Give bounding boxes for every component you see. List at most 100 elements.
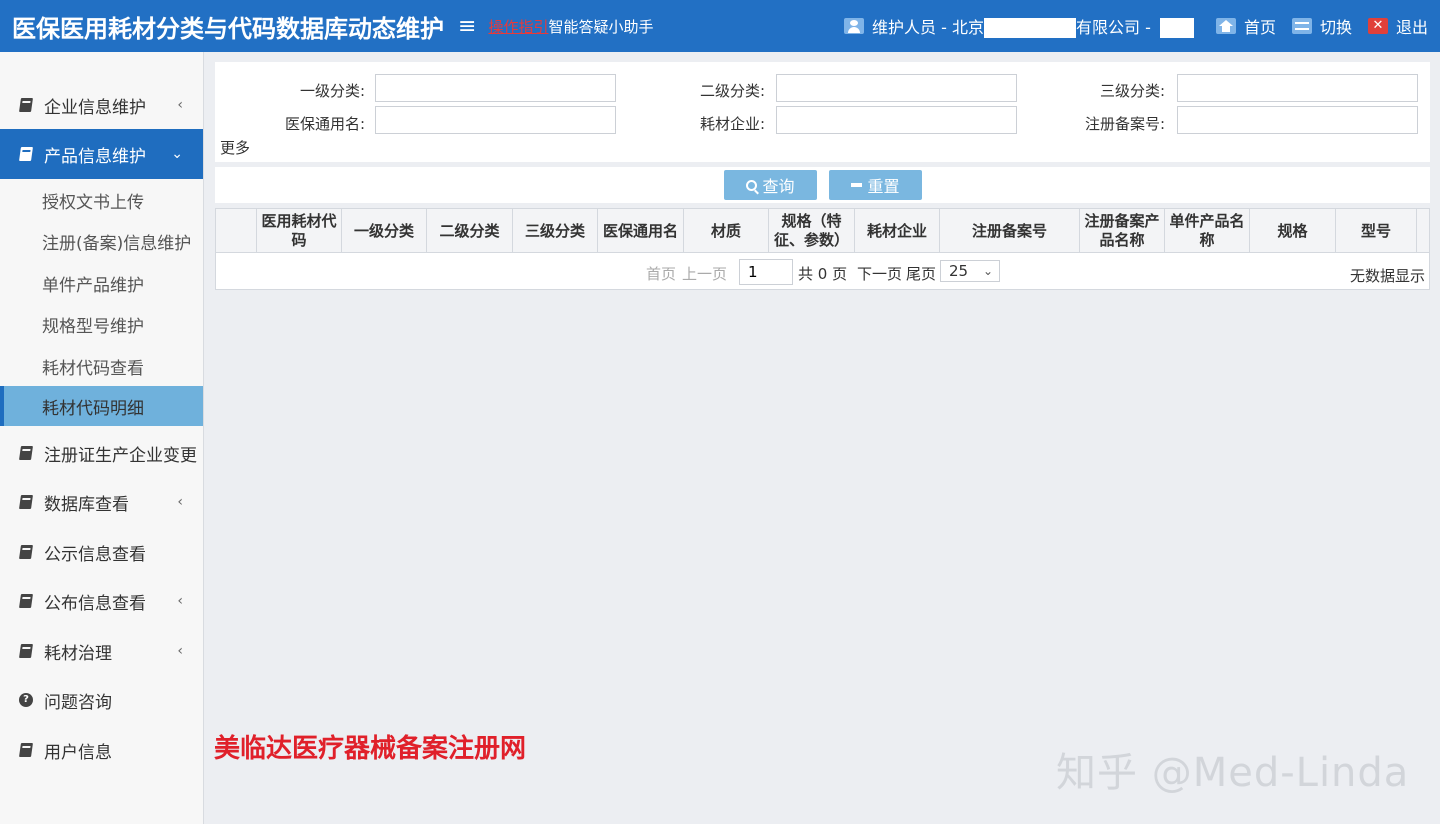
switch-label: 切换 <box>1319 18 1352 37</box>
sidebar-item-label: 用户信息 <box>44 742 112 763</box>
column-header[interactable]: 二级分类 <box>427 209 513 253</box>
sidebar-item-user-info[interactable]: 用户信息 <box>0 725 203 775</box>
chevron-down-icon: ⌄ <box>982 264 993 278</box>
sidebar-subitem-single-product[interactable]: 单件产品维护 <box>0 263 203 303</box>
column-header[interactable]: 耗材企业 <box>855 209 940 253</box>
book-icon <box>19 594 33 608</box>
sidebar-item-label: 注册证生产企业变更 <box>44 445 197 466</box>
column-header[interactable]: 单件产品名称 <box>1165 209 1250 253</box>
sidebar-item-label: 产品信息维护 <box>44 146 146 167</box>
column-header[interactable]: 医用耗材代码 <box>257 209 342 253</box>
sidebar-item-publish-info[interactable]: 公布信息查看 ‹ <box>0 576 203 626</box>
book-icon <box>19 495 33 509</box>
total-pages: 共 0 页 <box>798 265 848 283</box>
pagination-bar: 首页 上一页 共 0 页 下一页 尾页 25 ⌄ 无数据显示 <box>216 255 1429 289</box>
query-button[interactable]: 查询 <box>724 170 817 200</box>
sidebar-item-label: 耗材治理 <box>44 643 112 664</box>
chevron-left-icon: ‹ <box>177 593 183 609</box>
column-header[interactable]: 医保通用名 <box>598 209 684 253</box>
column-header[interactable]: 规格（特征、参数） <box>769 209 855 253</box>
last-page-button[interactable]: 尾页 <box>906 263 936 284</box>
column-header[interactable]: 注册备案号 <box>940 209 1080 253</box>
filter-panel: 一级分类: 二级分类: 三级分类: 医保通用名: 耗材企业: 注册备案号: 更多 <box>215 62 1430 162</box>
book-icon <box>19 147 33 161</box>
home-button[interactable]: 首页 <box>1215 14 1276 38</box>
column-header[interactable]: 材质 <box>684 209 769 253</box>
page-size-value: 25 <box>949 262 969 280</box>
page-size-select[interactable]: 25 ⌄ <box>940 260 1000 282</box>
sidebar-item-label: 公布信息查看 <box>44 593 146 614</box>
data-grid: 医用耗材代码 一级分类 二级分类 三级分类 医保通用名 材质 规格（特征、参数）… <box>215 208 1430 290</box>
column-header[interactable]: 一级分类 <box>342 209 427 253</box>
red-watermark-text: 美临达医疗器械备案注册网 <box>214 734 527 764</box>
search-icon <box>746 179 758 191</box>
column-header[interactable]: 三级分类 <box>513 209 598 253</box>
column-header[interactable]: 注册备案产品名称 <box>1080 209 1165 253</box>
top-header: 医保医用耗材分类与代码数据库动态维护 ≡ 操作指引 智能答疑小助手 维护人员 -… <box>0 0 1440 52</box>
first-page-button[interactable]: 首页 <box>646 263 676 284</box>
sidebar: 企业信息维护 ‹ 产品信息维护 ⌄ 授权文书上传 注册(备案)信息维护 单件产品… <box>0 52 204 824</box>
sidebar-subitem-code-view[interactable]: 耗材代码查看 <box>0 346 203 386</box>
sidebar-item-product-info[interactable]: 产品信息维护 ⌄ <box>0 129 203 179</box>
sidebar-subitem-code-detail[interactable]: 耗材代码明细 <box>0 386 203 426</box>
switch-icon <box>1291 18 1312 34</box>
reset-button[interactable]: 重置 <box>829 170 922 200</box>
chevron-down-icon: ⌄ <box>171 146 183 162</box>
minus-icon <box>851 183 863 187</box>
sidebar-subitem-auth-upload[interactable]: 授权文书上传 <box>0 180 203 220</box>
generic-name-input[interactable] <box>375 106 616 134</box>
book-icon <box>19 446 33 460</box>
generic-name-label: 医保通用名: <box>284 115 365 133</box>
book-icon <box>19 545 33 559</box>
book-icon <box>19 644 33 658</box>
assistant-link[interactable]: 智能答疑小助手 <box>548 16 653 37</box>
sidebar-item-label: 公示信息查看 <box>44 544 146 565</box>
hamburger-menu-icon[interactable]: ≡ <box>458 14 476 39</box>
redacted-block <box>1159 18 1194 39</box>
column-header[interactable]: 规格 <box>1250 209 1336 253</box>
query-label: 查询 <box>762 177 795 196</box>
more-filters-link[interactable]: 更多 <box>220 137 250 158</box>
sidebar-item-consult[interactable]: ? 问题咨询 <box>0 675 203 725</box>
level1-input[interactable] <box>375 74 616 102</box>
reg-no-label: 注册备案号: <box>1084 115 1165 133</box>
logout-button[interactable]: ✕ 退出 <box>1367 14 1428 38</box>
guide-link[interactable]: 操作指引 <box>488 16 548 37</box>
level1-label: 一级分类: <box>299 82 365 100</box>
sidebar-subitem-registration[interactable]: 注册(备案)信息维护 <box>0 221 203 261</box>
sidebar-subitem-spec-model[interactable]: 规格型号维护 <box>0 304 203 344</box>
level3-label: 三级分类: <box>1099 82 1165 100</box>
column-header[interactable]: 型号 <box>1336 209 1417 253</box>
switch-button[interactable]: 切换 <box>1291 14 1352 38</box>
sidebar-item-governance[interactable]: 耗材治理 ‹ <box>0 626 203 676</box>
column-header-select <box>216 209 257 253</box>
header-user-area: 维护人员 - 北京 有限公司 - 首页 切换 ✕ 退出 <box>844 0 1428 52</box>
reset-label: 重置 <box>867 177 900 196</box>
prev-page-button[interactable]: 上一页 <box>682 263 727 284</box>
sidebar-item-database-view[interactable]: 数据库查看 ‹ <box>0 477 203 527</box>
no-data-message: 无数据显示 <box>1349 267 1425 285</box>
maintainer-info: 维护人员 - 北京 有限公司 - <box>872 14 1194 39</box>
sidebar-item-label: 问题咨询 <box>44 692 112 713</box>
maintainer-suffix: 有限公司 - <box>1075 17 1151 37</box>
chevron-left-icon: ‹ <box>177 97 183 113</box>
chevron-left-icon: ‹ <box>177 494 183 510</box>
redacted-block <box>983 18 1076 39</box>
page-number-input[interactable] <box>739 259 793 285</box>
button-bar: 查询 重置 <box>215 167 1430 203</box>
reg-no-input[interactable] <box>1177 106 1418 134</box>
app-title: 医保医用耗材分类与代码数据库动态维护 <box>12 14 444 43</box>
question-circle-icon: ? <box>19 693 33 707</box>
book-icon <box>19 743 33 757</box>
home-icon <box>1215 18 1236 34</box>
level2-label: 二级分类: <box>699 82 765 100</box>
sidebar-item-label: 数据库查看 <box>44 494 129 515</box>
sidebar-item-company-info[interactable]: 企业信息维护 ‹ <box>0 80 203 130</box>
company-input[interactable] <box>776 106 1017 134</box>
sidebar-item-public-notice[interactable]: 公示信息查看 <box>0 527 203 577</box>
next-page-button[interactable]: 下一页 <box>857 263 902 284</box>
company-label: 耗材企业: <box>699 115 765 133</box>
sidebar-item-cert-change[interactable]: 注册证生产企业变更 <box>0 428 203 478</box>
level2-input[interactable] <box>776 74 1017 102</box>
level3-input[interactable] <box>1177 74 1418 102</box>
